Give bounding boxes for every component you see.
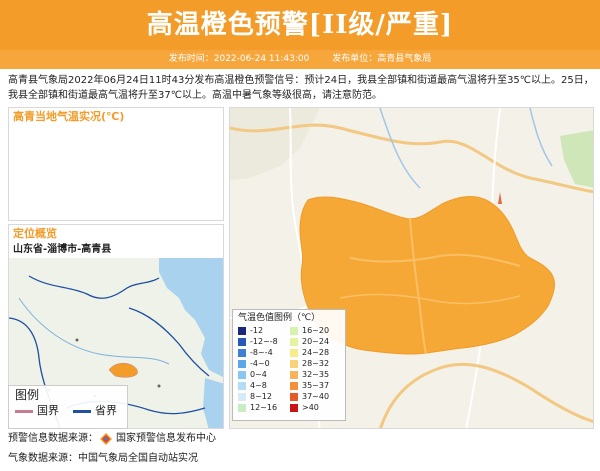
warning-page: 高温橙色预警[II级/严重] 发布时间：2022-06-24 11:43:00 … [0,0,600,471]
temperature-color-legend: 气温色值图例（℃） -12 16~20 -12~-8 20~24 -8~-4 24~28-… [232,309,346,421]
legend-label: 国界 [37,404,59,417]
color-legend-item: -12~-8 [238,337,290,347]
color-swatch [238,404,246,412]
national-border-swatch [15,409,33,413]
color-legend-label: 20~24 [302,337,330,346]
city-dot [157,384,161,388]
color-legend-label: 12~16 [250,403,278,412]
color-legend-item: 28~32 [290,359,342,369]
color-legend-item: 16~20 [290,326,342,336]
color-legend-label: 37~40 [302,392,330,401]
color-legend-item: -12 [238,326,290,336]
color-legend-label: -12~-8 [250,337,278,346]
legend-province-border: 省界 [73,403,117,419]
color-legend-item: 32~35 [290,370,342,380]
temperature-panel-title: 高青当地气温实况(℃) [13,110,125,123]
color-legend-item: 4~8 [238,381,290,391]
color-legend-label: -12 [250,326,264,335]
warning-meta: 发布时间：2022-06-24 11:43:00 发布单位：高青县气象局 [0,50,600,69]
color-legend-item: 0~4 [238,370,290,380]
color-swatch [238,327,246,335]
warning-source: 预警信息数据来源： 国家预警信息发布中心 [8,432,216,446]
color-swatch [290,338,298,346]
temperature-panel: 高青当地气温实况(℃) [8,107,224,221]
color-swatch [290,393,298,401]
color-legend-label: -4~0 [250,359,270,368]
weather-data-source: 气象数据来源：中国气象局全国自动站实况 [8,453,198,464]
location-panel-title: 定位概览 [13,227,57,240]
color-swatch [238,338,246,346]
source-name[interactable]: 国家预警信息发布中心 [116,432,216,446]
color-legend-label: 35~37 [302,381,330,390]
color-swatch [238,382,246,390]
color-legend-label: 16~20 [302,326,330,335]
color-swatch [290,360,298,368]
warning-title: 高温橙色预警[II级/严重] [0,0,600,50]
legend-label: 省界 [95,404,117,417]
color-legend-label: -8~-4 [250,348,273,357]
color-swatch [290,404,298,412]
color-legend-title: 气温色值图例（℃） [238,313,321,323]
publish-time: 发布时间：2022-06-24 11:43:00 [168,54,310,64]
color-legend-item: 35~37 [290,381,342,391]
color-legend-item: 8~12 [238,392,290,402]
map-legend: 图例 国界 省界 [8,385,128,429]
color-swatch [290,349,298,357]
color-legend-label: 4~8 [250,381,267,390]
warning-center-logo-icon [100,433,112,445]
color-swatch [238,360,246,368]
publisher: 发布单位：高青县气象局 [332,54,432,64]
map-legend-title: 图例 [15,388,40,402]
color-legend-label: 24~28 [302,348,330,357]
color-legend-label: 32~35 [302,370,330,379]
city-dot [75,338,79,342]
color-swatch [290,371,298,379]
color-legend-item: >40 [290,403,342,413]
color-swatch [238,349,246,357]
province-border-swatch [73,409,91,413]
color-legend-item: -4~0 [238,359,290,369]
color-swatch [290,382,298,390]
color-legend-item: 37~40 [290,392,342,402]
color-legend-item: 12~16 [238,403,290,413]
color-legend-item: -8~-4 [238,348,290,358]
color-legend-item: 20~24 [290,337,342,347]
color-legend-label: >40 [302,403,319,412]
source-label: 预警信息数据来源： [8,433,98,444]
color-swatch [290,327,298,335]
color-legend-label: 8~12 [250,392,272,401]
color-legend-label: 28~32 [302,359,330,368]
legend-national-border: 国界 [15,403,59,419]
color-legend-item: 24~28 [290,348,342,358]
color-legend-grid: -12 16~20 -12~-8 20~24 -8~-4 24~28 -4~0 28~32 0~… [238,326,340,413]
warning-description: 高青县气象局2022年06月24日11时43分发布高温橙色预警信号：预计24日，… [8,75,594,101]
color-legend-label: 0~4 [250,370,267,379]
location-path: 山东省-淄博市-高青县 [13,244,112,255]
color-swatch [238,393,246,401]
color-swatch [238,371,246,379]
